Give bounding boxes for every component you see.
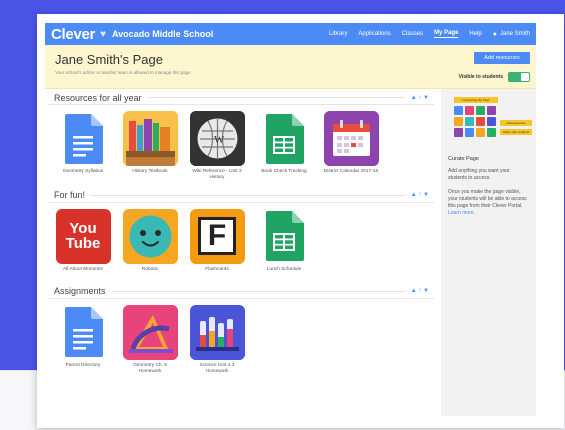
user-name: Jane Smith [499, 31, 530, 37]
promo-badge: Add resources [500, 120, 532, 126]
page-header: Jane Smith's Page Your school's admin or… [45, 45, 536, 89]
promo-badge: Share with students [500, 129, 532, 135]
sidebar-heading: Curate Page [448, 156, 479, 162]
section-header: For fun! ▲ ↑ ▼ [49, 189, 434, 203]
app-list: You Tube All About Moments Robotic F Fla… [49, 203, 434, 273]
app-tile[interactable]: F Flashcards [189, 208, 245, 273]
reorder-arrows-icon[interactable]: ▲ ↑ ▼ [411, 95, 429, 101]
section-divider [147, 97, 405, 98]
section-header: Resources for all year ▲ ↑ ▼ [49, 91, 434, 105]
user-menu[interactable]: ● Jane Smith [493, 31, 530, 38]
section-title: Assignments [54, 286, 106, 297]
nav-link-classes[interactable]: Classes [402, 31, 423, 37]
app-tile[interactable]: District Calendar 2017-18 [323, 111, 379, 181]
section-assignments: Assignments ▲ ↑ ▼ Parent Directory Geome… [49, 285, 434, 375]
visibility-toggle[interactable] [508, 72, 530, 82]
youtube-icon: You Tube [55, 208, 111, 264]
smiley-icon [122, 208, 178, 264]
app-tile[interactable]: Parent Directory [55, 305, 111, 375]
section-title: Resources for all year [54, 92, 142, 103]
reorder-arrows-icon[interactable]: ▲ ↑ ▼ [411, 288, 429, 294]
top-navbar: Clever ♥ Avocado Middle School Library A… [45, 23, 536, 45]
wikipedia-icon: W [189, 111, 245, 166]
section-title: For fun! [54, 190, 86, 201]
app-label: District Calendar 2017-18 [323, 169, 379, 174]
sidebar-panel: Introducing My Page Add resources Share … [441, 89, 536, 416]
f-letter-icon: F [189, 208, 245, 264]
app-tile[interactable]: W Wiki Reference - Unit 2 History [189, 111, 245, 181]
learn-more-link[interactable]: Learn more. [448, 210, 475, 216]
svg-text:W: W [214, 134, 225, 146]
nav-links: Library Applications Classes My Page Hel… [329, 30, 530, 38]
promo-grid [454, 106, 496, 137]
app-tile[interactable]: Geometry Syllabus [55, 111, 111, 181]
f-letter-icon-box: F [198, 217, 236, 256]
visible-label: Visible to students [458, 74, 503, 80]
app-label: Geometry Syllabus [62, 169, 104, 174]
app-label: History Textbook [132, 169, 168, 174]
school-name: Avocado Middle School [112, 29, 214, 39]
app-tile[interactable]: Geometry Ch. 5 Homework [122, 304, 178, 375]
page-title: Jane Smith's Page [55, 52, 163, 67]
promo-illustration: Introducing My Page Add resources Share … [448, 97, 532, 152]
google-docs-icon [56, 305, 111, 360]
app-label: Flashcards [205, 266, 229, 272]
promo-tag: Introducing My Page [454, 97, 498, 103]
nav-link-help[interactable]: Help [469, 31, 481, 37]
sidebar-text: Add anything you want your students to a… [448, 168, 510, 182]
app-tile[interactable]: Book Check Tracking [256, 111, 312, 181]
section-for-fun: For fun! ▲ ↑ ▼ You Tube All About Moment… [49, 189, 434, 273]
user-icon: ● [492, 30, 497, 38]
app-label: Science Unit 4.3 Homework [199, 362, 235, 374]
app-label: All About Moments [63, 266, 103, 272]
app-tile[interactable]: Robotic [122, 208, 178, 273]
app-label: Robotic [141, 266, 159, 272]
books-icon [122, 111, 178, 166]
google-sheets-icon [257, 111, 312, 166]
clever-logo[interactable]: Clever [51, 26, 95, 43]
google-sheets-icon [257, 209, 312, 264]
app-label: Wiki Reference - Unit 2 History [192, 169, 242, 180]
app-label: Book Check Tracking [261, 169, 307, 174]
app-list: Geometry Syllabus History Textbook W Wik… [49, 105, 434, 181]
nav-link-applications[interactable]: Applications [358, 31, 390, 37]
app-list: Parent Directory Geometry Ch. 5 Homework… [49, 299, 434, 375]
app-label: Geometry Ch. 5 Homework [133, 362, 167, 374]
sidebar-text-body: Once you make the page visible, your stu… [448, 188, 527, 210]
app-tile[interactable]: History Textbook [122, 111, 178, 181]
visibility-control: Visible to students [459, 72, 530, 82]
screenshot-frame: Clever ♥ Avocado Middle School Library A… [37, 14, 564, 428]
app-tile[interactable]: Science Unit 4.3 Homework [189, 304, 245, 375]
nav-link-library[interactable]: Library [329, 31, 347, 37]
section-divider [111, 290, 405, 292]
section-header: Assignments ▲ ↑ ▼ [49, 285, 434, 299]
nav-link-my-page[interactable]: My Page [434, 30, 459, 38]
browser-viewport: Clever ♥ Avocado Middle School Library A… [45, 23, 536, 416]
reorder-arrows-icon[interactable]: ▲ ↑ ▼ [411, 192, 429, 198]
sidebar-text: Once you make the page visible, your stu… [448, 189, 529, 218]
f-letter-icon-text: F [207, 219, 227, 253]
calendar-icon [323, 111, 379, 166]
section-divider [91, 194, 405, 196]
app-tile[interactable]: You Tube All About Moments [55, 208, 111, 273]
app-label: Lunch Schedule [266, 266, 302, 272]
heart-icon: ♥ [100, 28, 107, 40]
app-label: Parent Directory [65, 362, 101, 368]
toggle-knob [521, 73, 529, 81]
add-resources-button[interactable]: Add resources [474, 52, 530, 64]
lab-beakers-icon [189, 304, 245, 360]
resources-area: Resources for all year ▲ ↑ ▼ Geometry Sy… [45, 89, 438, 416]
geometry-tools-icon [122, 304, 178, 360]
google-docs-icon [56, 111, 111, 166]
section-resources-all-year: Resources for all year ▲ ↑ ▼ Geometry Sy… [49, 91, 434, 181]
youtube-icon-text: You Tube [65, 219, 101, 253]
app-tile[interactable]: Lunch Schedule [256, 209, 312, 273]
page-subtitle: Your school's admin or teacher team is a… [55, 70, 191, 75]
